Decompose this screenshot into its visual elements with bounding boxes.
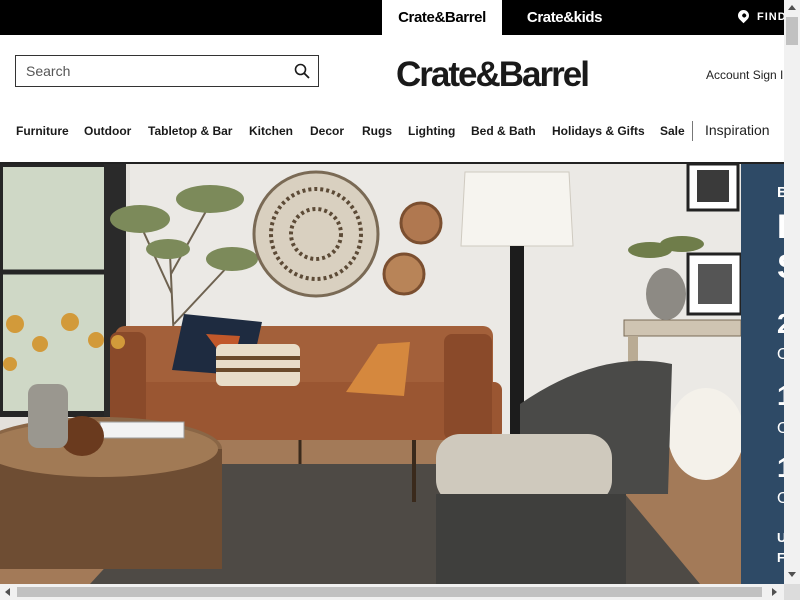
window — [0, 164, 118, 414]
location-pin-icon — [735, 7, 752, 24]
scrollbar-corner — [784, 584, 800, 600]
nav-item-rugs[interactable]: Rugs — [362, 124, 392, 138]
flower-vase — [28, 384, 68, 448]
promo-line: O — [777, 490, 784, 507]
horizontal-scrollbar[interactable] — [0, 584, 784, 600]
pouf — [668, 388, 741, 480]
wall-basket-small — [399, 201, 443, 245]
hero-living-room-image — [0, 164, 741, 584]
nav-item-furniture[interactable]: Furniture — [16, 124, 69, 138]
pillow-striped — [216, 344, 300, 386]
promo-line: F — [777, 550, 784, 565]
promo-line: O — [777, 420, 784, 437]
nav-item-holidays-gifts[interactable]: Holidays & Gifts — [552, 124, 645, 138]
nav-item-decor[interactable]: Decor — [310, 124, 344, 138]
vertical-scrollbar[interactable] — [784, 0, 800, 584]
search-icon[interactable] — [294, 63, 310, 79]
find-store-link[interactable]: FIND — [734, 0, 784, 35]
nav-divider — [692, 121, 693, 141]
nav-item-outdoor[interactable]: Outdoor — [84, 124, 131, 138]
nav-item-inspiration[interactable]: Inspiration — [705, 122, 770, 138]
site-logo[interactable]: Crate&Barrel — [396, 55, 590, 95]
main-nav: Furniture Outdoor Tabletop & Bar Kitchen… — [0, 119, 784, 145]
search-box — [15, 55, 319, 87]
tab-crate-and-kids[interactable]: Crate&kids — [512, 0, 617, 35]
vertical-scroll-thumb[interactable] — [786, 17, 798, 45]
hero-banner[interactable]: B I S 2 O 1 O 1 O U F — [0, 164, 784, 584]
nav-item-bed-bath[interactable]: Bed & Bath — [471, 124, 536, 138]
promo-line: B — [777, 184, 784, 201]
promo-panel[interactable]: B I S 2 O 1 O 1 O U F — [741, 164, 784, 584]
horizontal-scroll-thumb[interactable] — [17, 587, 762, 597]
account-sign-in-link[interactable]: Account Sign In — [706, 68, 784, 82]
promo-line: S — [777, 248, 784, 287]
books — [99, 421, 185, 439]
nav-item-kitchen[interactable]: Kitchen — [249, 124, 293, 138]
nav-item-sale[interactable]: Sale — [660, 124, 685, 138]
nav-item-tabletop-bar[interactable]: Tabletop & Bar — [148, 124, 232, 138]
vase-with-plant — [646, 268, 686, 320]
find-label: FIND — [757, 11, 784, 23]
console-table — [623, 319, 741, 337]
search-input[interactable] — [16, 56, 276, 86]
scroll-right-arrow-icon[interactable] — [772, 588, 777, 596]
nav-item-lighting[interactable]: Lighting — [408, 124, 455, 138]
floor-lamp-shade — [460, 171, 574, 247]
promo-line: I — [777, 208, 784, 246]
wall-basket-medium — [382, 252, 426, 296]
promo-line: 2 — [777, 308, 784, 340]
promo-line: O — [777, 346, 784, 363]
promo-line: U — [777, 530, 784, 545]
scroll-up-arrow-icon[interactable] — [788, 5, 796, 10]
tab-crate-and-barrel[interactable]: Crate&Barrel — [382, 0, 502, 35]
scroll-down-arrow-icon[interactable] — [788, 572, 796, 577]
brand-bar: Crate&Barrel Crate&kids FIND — [0, 0, 784, 35]
promo-line: 1 — [777, 452, 784, 484]
promo-line: 1 — [777, 380, 784, 412]
scroll-left-arrow-icon[interactable] — [5, 588, 10, 596]
